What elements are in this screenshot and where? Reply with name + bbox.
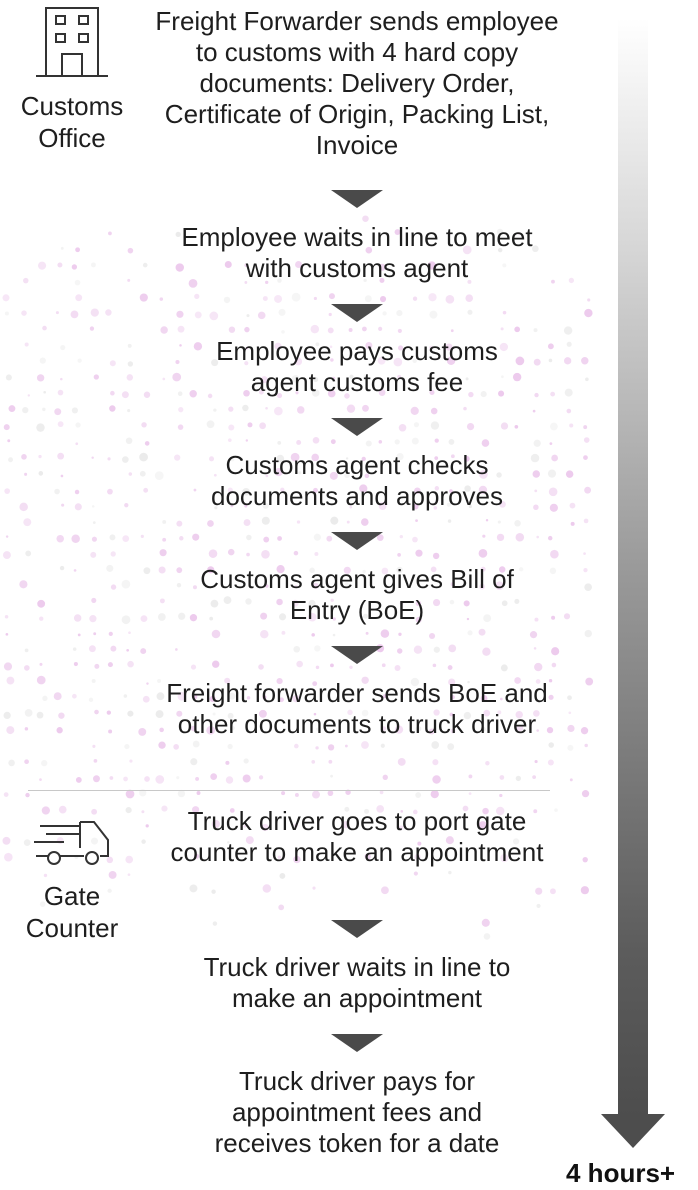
step-2: Employee waits in line to meet with cust…	[181, 222, 533, 283]
step-3: Employee pays customs agent customs fee	[216, 336, 498, 397]
duration-label: 4 hours+	[566, 1158, 676, 1188]
step-8: Truck driver waits in line to make an ap…	[203, 952, 511, 1013]
flow-arrow	[331, 920, 383, 938]
building-icon	[36, 7, 108, 77]
step-9: Truck driver pays for appointment fees a…	[214, 1066, 500, 1158]
flow-arrow	[331, 646, 383, 664]
flow-arrow	[331, 190, 383, 208]
location-label-gate-counter: Gate Counter	[25, 881, 119, 943]
step-4: Customs agent checks documents and appro…	[211, 450, 503, 511]
flow-arrow	[331, 532, 383, 550]
step-5: Customs agent gives Bill of Entry (BoE)	[200, 564, 514, 625]
location-label-customs-office: Customs Office	[20, 91, 124, 153]
timeline-arrowhead	[601, 1114, 665, 1148]
step-1: Freight Forwarder sends employee to cust…	[155, 6, 559, 160]
section-divider	[28, 790, 550, 791]
flow-arrow	[331, 418, 383, 436]
step-7: Truck driver goes to port gate counter t…	[170, 806, 544, 867]
flow-arrow	[331, 1034, 383, 1052]
flow-arrow	[331, 304, 383, 322]
step-6: Freight forwarder sends BoE and other do…	[166, 678, 548, 739]
timeline-bar	[618, 18, 648, 1116]
truck-icon	[34, 821, 109, 865]
